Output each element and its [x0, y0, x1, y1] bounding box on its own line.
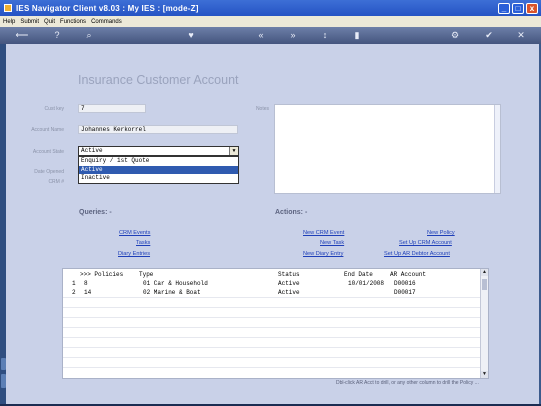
main-panel: Insurance Customer Account Cust key 7 Ac… — [6, 44, 539, 404]
notes-label: Notes — [255, 106, 269, 112]
row-divider — [63, 337, 481, 338]
cust-key-field[interactable]: 7 — [78, 104, 146, 113]
actions-heading: Actions: - — [275, 209, 308, 216]
search-icon[interactable]: ⌕ — [82, 29, 96, 42]
record-icon[interactable]: ▮ — [350, 29, 364, 42]
end-date-cell[interactable]: 10/01/2008 — [348, 279, 384, 288]
table-row[interactable]: 1 8 01 Car & Household Active 10/01/2008… — [63, 279, 481, 288]
account-state-label: Account State — [32, 149, 64, 155]
scroll-up-icon[interactable]: ▲ — [481, 269, 488, 276]
app-icon — [4, 4, 12, 12]
policies-table: >>> Policies Type Status End Date AR Acc… — [62, 268, 489, 379]
row-divider — [63, 347, 481, 348]
maximize-button[interactable]: □ — [512, 2, 524, 14]
status-cell[interactable]: Active — [278, 288, 300, 297]
account-state-select[interactable]: Active ▼ — [78, 146, 239, 156]
heart-icon[interactable]: ♥ — [184, 29, 198, 42]
page-title: Insurance Customer Account — [78, 73, 239, 87]
row-divider — [63, 327, 481, 328]
scroll-down-icon[interactable]: ▼ — [481, 371, 488, 378]
close-icon[interactable]: ✕ — [514, 29, 528, 42]
new-task-link[interactable]: New Task — [320, 240, 344, 246]
state-option-active[interactable]: Active — [79, 165, 238, 175]
col-end-date[interactable]: End Date — [344, 271, 373, 278]
diary-entries-link[interactable]: Diary Entries — [118, 251, 150, 257]
crm-label: CRM # — [48, 179, 64, 185]
account-name-label: Account Name — [31, 127, 64, 133]
settings-icon[interactable]: ⚙ — [448, 29, 462, 42]
window-titlebar: IES Navigator Client v8.03 : My IES : [m… — [0, 0, 541, 16]
row-divider — [63, 367, 481, 368]
prev-icon[interactable]: « — [254, 29, 268, 42]
date-opened-label: Date Opened — [34, 169, 64, 175]
close-window-button[interactable]: x — [526, 2, 538, 14]
row-divider — [63, 317, 481, 318]
minimize-button[interactable]: _ — [498, 2, 510, 14]
table-scrollbar[interactable]: ▲ ▼ — [480, 269, 488, 378]
toolbar: ⟵ ? ⌕ ♥ « » ↕ ▮ ⚙ ✔ ✕ — [0, 27, 541, 44]
row-divider — [63, 357, 481, 358]
notes-scrollbar[interactable] — [494, 105, 500, 193]
type-cell[interactable]: 01 Car & Household — [143, 279, 208, 288]
row-number: 2 — [72, 289, 76, 296]
menu-bar: Help Submit Quit Functions Commands — [0, 16, 541, 27]
col-type[interactable]: Type — [139, 271, 153, 278]
account-state-options: Enquiry / 1st Quote Active Inactive — [78, 156, 239, 184]
notes-textarea[interactable] — [274, 104, 501, 194]
menu-submit[interactable]: Submit — [20, 19, 39, 25]
policy-cell[interactable]: 8 — [84, 279, 88, 288]
table-header: >>> Policies Type Status End Date AR Acc… — [63, 269, 481, 278]
scroll-thumb[interactable] — [482, 279, 487, 290]
new-policy-link[interactable]: New Policy — [427, 230, 455, 236]
grid-hint-text: Dbl-click AR Acct to drill, or any other… — [336, 380, 479, 386]
menu-help[interactable]: Help — [3, 19, 15, 25]
status-cell[interactable]: Active — [278, 279, 300, 288]
state-option-inactive[interactable]: Inactive — [79, 174, 238, 183]
account-state-value: Active — [81, 147, 103, 154]
queries-heading: Queries: - — [79, 209, 112, 216]
table-row[interactable]: 2 14 02 Marine & Boat Active D00017 — [63, 288, 481, 297]
col-status[interactable]: Status — [278, 271, 300, 278]
help-icon[interactable]: ? — [50, 29, 64, 42]
state-option-enquiry[interactable]: Enquiry / 1st Quote — [79, 157, 238, 166]
tasks-link[interactable]: Tasks — [136, 240, 150, 246]
row-number: 1 — [72, 280, 76, 287]
type-cell[interactable]: 02 Marine & Boat — [143, 288, 201, 297]
col-ar-account[interactable]: AR Account — [390, 271, 426, 278]
ok-icon[interactable]: ✔ — [482, 29, 496, 42]
menu-commands[interactable]: Commands — [91, 19, 122, 25]
back-arrow-icon[interactable]: ⟵ — [10, 29, 34, 42]
menu-functions[interactable]: Functions — [60, 19, 86, 25]
ar-account-cell[interactable]: D00017 — [394, 288, 416, 297]
next-icon[interactable]: » — [286, 29, 300, 42]
menu-quit[interactable]: Quit — [44, 19, 55, 25]
new-diary-entry-link[interactable]: New Diary Entry — [303, 251, 343, 257]
ar-account-cell[interactable]: D00016 — [394, 279, 416, 288]
row-divider — [63, 307, 481, 308]
policy-cell[interactable]: 14 — [84, 288, 91, 297]
col-policies[interactable]: >>> Policies — [80, 271, 123, 278]
set-up-ar-debtor-link[interactable]: Set Up AR Debtor Account — [384, 251, 450, 257]
account-name-field[interactable]: Johannes Kerkorrel — [78, 125, 238, 134]
cust-key-label: Cust key — [44, 106, 64, 112]
navigate-icon[interactable]: ↕ — [318, 29, 332, 42]
row-divider — [63, 297, 481, 298]
crm-events-link[interactable]: CRM Events — [119, 230, 150, 236]
chevron-down-icon[interactable]: ▼ — [229, 147, 238, 155]
new-crm-event-link[interactable]: New CRM Event — [303, 230, 344, 236]
set-up-crm-account-link[interactable]: Set Up CRM Account — [399, 240, 452, 246]
window-title: IES Navigator Client v8.03 : My IES : [m… — [16, 3, 199, 13]
